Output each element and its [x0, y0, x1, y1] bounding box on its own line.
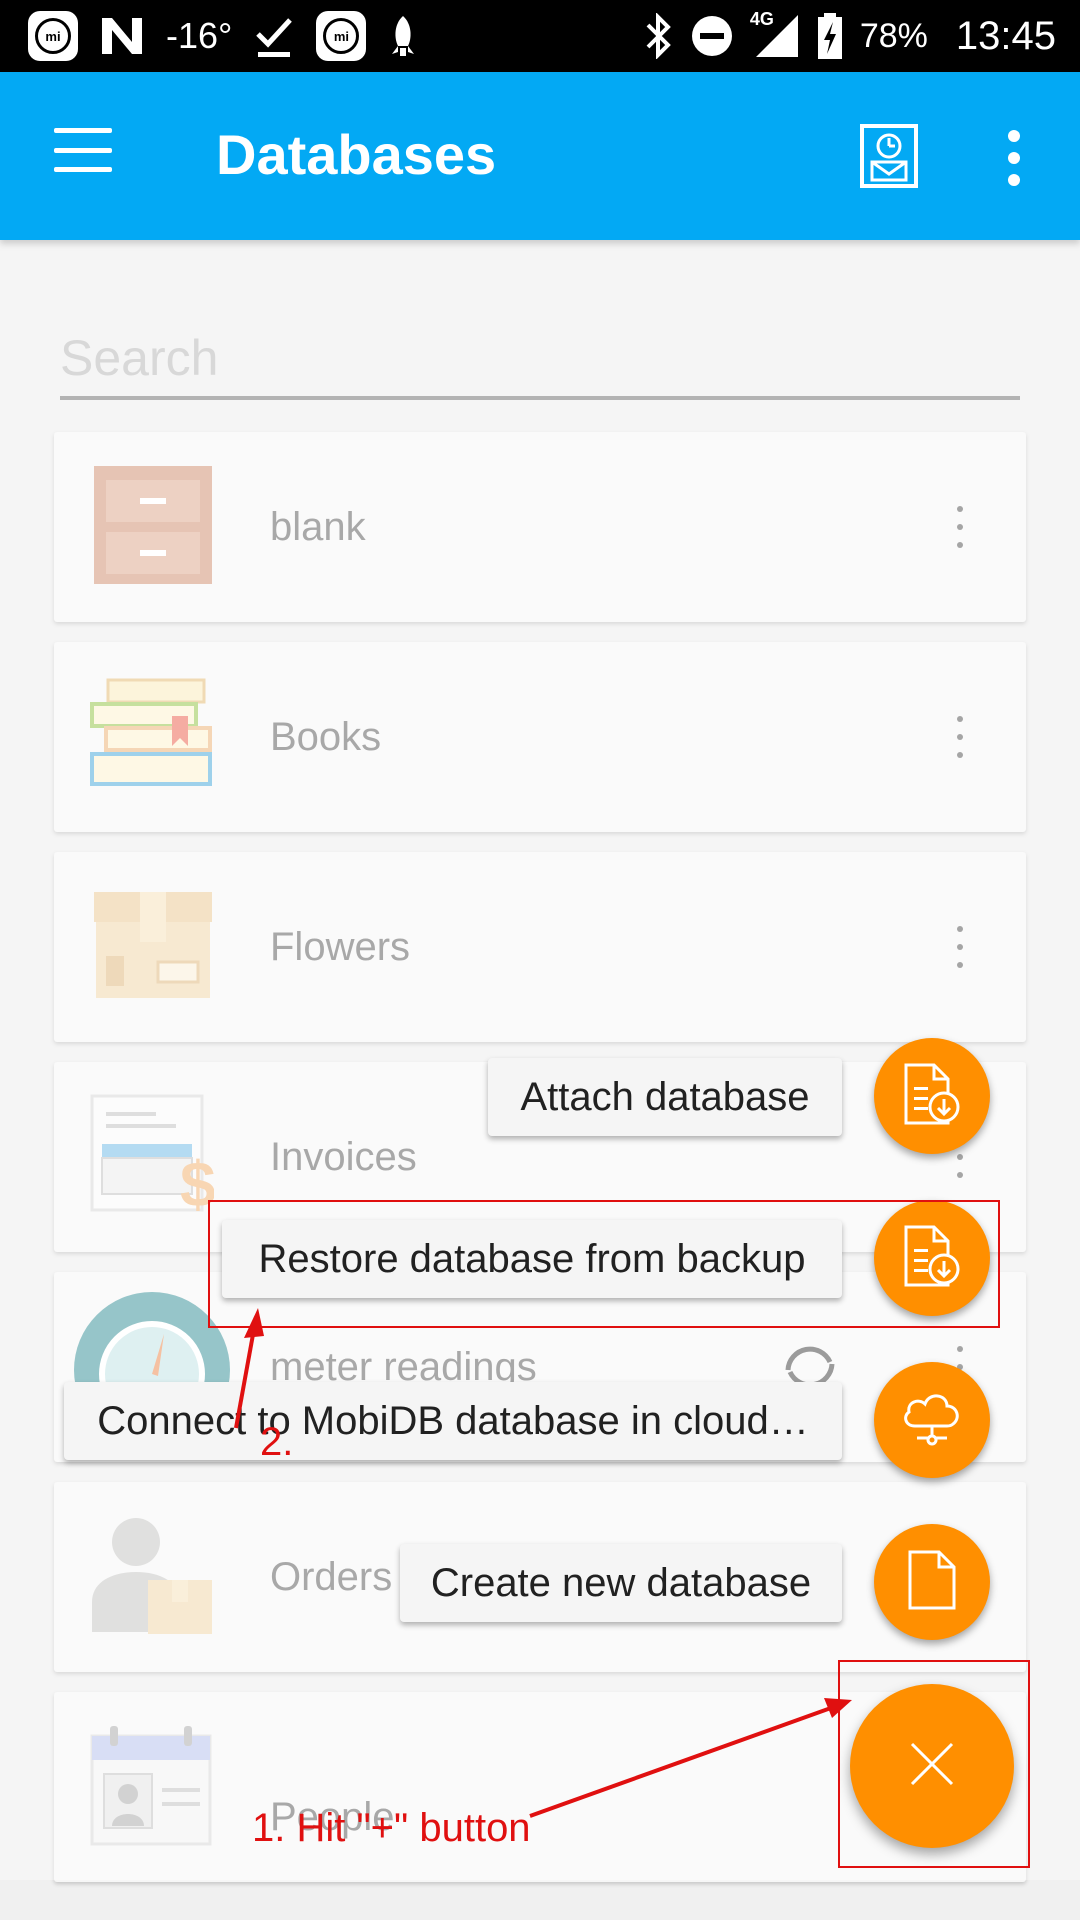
clock: 13:45 [955, 13, 1056, 58]
overflow-menu-icon[interactable] [1004, 130, 1024, 186]
signal-icon: 4G [750, 9, 800, 59]
attach-database-button[interactable] [874, 1038, 990, 1154]
attach-database-label[interactable]: Attach database [488, 1058, 842, 1136]
annotation-box-fab [838, 1660, 1030, 1868]
battery-charging-icon [816, 13, 844, 59]
create-database-button[interactable] [874, 1524, 990, 1640]
connect-cloud-button[interactable] [874, 1362, 990, 1478]
file-download-icon [902, 1061, 962, 1132]
annotation-step-1: 1. Hit "+" button [252, 1806, 531, 1850]
do-not-disturb-icon [690, 14, 734, 58]
create-database-label[interactable]: Create new database [400, 1544, 842, 1622]
annotation-step-2: 2. [260, 1420, 294, 1464]
bluetooth-icon [644, 13, 674, 59]
file-icon [907, 1549, 957, 1616]
n-icon [100, 16, 144, 56]
battery-percentage: 78% [859, 16, 928, 55]
mi-icon: mi [28, 11, 78, 61]
app-bar: Databases [0, 72, 1080, 240]
status-bar: mi -16° mi 4G 78% 13:45 [0, 0, 1080, 72]
cloud-network-icon [899, 1388, 965, 1453]
rocket-icon [388, 14, 418, 58]
page-title: Databases [216, 123, 497, 186]
annotation-box-restore [208, 1200, 1000, 1328]
connect-cloud-label[interactable]: Connect to MobiDB database in cloud… [64, 1382, 842, 1460]
hamburger-menu-icon[interactable] [54, 128, 112, 172]
download-done-icon [254, 14, 294, 58]
temperature-text: -16° [166, 15, 233, 56]
backup-icon[interactable] [860, 124, 918, 188]
mi-icon: mi [316, 11, 367, 61]
